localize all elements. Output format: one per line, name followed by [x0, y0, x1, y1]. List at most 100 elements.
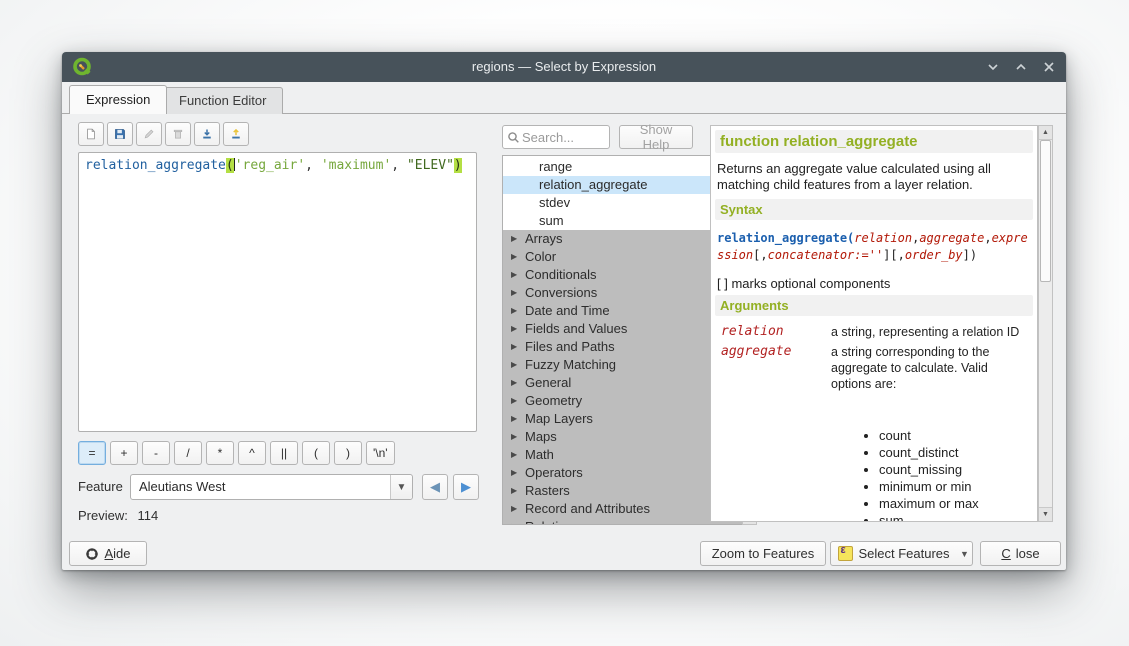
help-button-label: Aide — [104, 546, 130, 561]
delete-expression-button[interactable] — [165, 122, 191, 146]
function-item-stdev[interactable]: stdev — [503, 194, 742, 212]
list-item-label: Rasters — [525, 482, 570, 500]
function-category-fuzzy-matching[interactable]: ▶ Fuzzy Matching — [503, 356, 742, 374]
operator-button-4[interactable]: / — [174, 441, 202, 465]
operator-button-5[interactable]: * — [206, 441, 234, 465]
expand-arrow-icon[interactable]: ▶ — [511, 482, 517, 500]
scrollbar-thumb[interactable] — [1040, 140, 1051, 282]
expand-arrow-icon[interactable]: ▶ — [511, 356, 517, 374]
syntax-heading: Syntax — [715, 199, 1033, 220]
help-panel-scrollbar[interactable]: ▲ ▼ — [1038, 125, 1053, 522]
expand-arrow-icon[interactable]: ▶ — [511, 302, 517, 320]
list-item-label: stdev — [539, 194, 570, 212]
arguments-table: relation a string, representing a relati… — [711, 316, 1037, 522]
function-category-geometry[interactable]: ▶ Geometry — [503, 392, 742, 410]
tab-function-editor[interactable]: Function Editor — [162, 87, 283, 114]
feature-combobox[interactable]: Aleutians West ▼ — [130, 474, 413, 500]
expand-arrow-icon[interactable]: ▶ — [511, 392, 517, 410]
search-input[interactable] — [520, 129, 604, 146]
function-category-maps[interactable]: ▶ Maps — [503, 428, 742, 446]
code-token-fld: "ELEV" — [407, 158, 454, 173]
operator-button-1[interactable]: = — [78, 441, 106, 465]
feature-label: Feature — [78, 479, 123, 494]
select-features-dropdown-button[interactable]: ▼ — [957, 541, 973, 566]
help-title: function relation_aggregate — [715, 130, 1033, 153]
list-item-label: Date and Time — [525, 302, 610, 320]
list-item-label: Math — [525, 446, 554, 464]
expand-arrow-icon[interactable]: ▶ — [511, 410, 517, 428]
operator-button-row: =+-/*^||()'\n' — [78, 441, 395, 465]
maximize-icon[interactable] — [1014, 60, 1028, 74]
save-expression-button[interactable] — [107, 122, 133, 146]
select-by-expression-dialog: regions — Select by Expression Expressio… — [62, 52, 1066, 570]
expand-arrow-icon[interactable]: ▶ — [511, 428, 517, 446]
close-button[interactable]: Close — [980, 541, 1061, 566]
operator-button-9[interactable]: ) — [334, 441, 362, 465]
function-category-color[interactable]: ▶Color — [503, 248, 742, 266]
operator-button-3[interactable]: - — [142, 441, 170, 465]
previous-feature-button[interactable]: ◀ — [422, 474, 448, 500]
expand-arrow-icon[interactable]: ▶ — [511, 284, 517, 302]
list-item-label: Operators — [525, 464, 583, 482]
titlebar[interactable]: regions — Select by Expression — [62, 52, 1066, 82]
code-token-str: 'reg_air' — [235, 158, 305, 173]
chevron-down-icon[interactable]: ▼ — [390, 475, 412, 499]
function-category-record-and-attributes[interactable]: ▶Record and Attributes — [503, 500, 742, 518]
function-category-conversions[interactable]: ▶Conversions — [503, 284, 742, 302]
function-category-arrays[interactable]: ▶Arrays — [503, 230, 742, 248]
function-category-general[interactable]: ▶General — [503, 374, 742, 392]
list-item-label: Fuzzy Matching — [525, 356, 616, 374]
function-category-date-and-time[interactable]: ▶ Date and Time — [503, 302, 742, 320]
function-category-map-layers[interactable]: ▶Map Layers — [503, 410, 742, 428]
operator-button-8[interactable]: ( — [302, 441, 330, 465]
expand-arrow-icon[interactable]: ▶ — [511, 446, 517, 464]
function-category-math[interactable]: ▶ Math — [503, 446, 742, 464]
select-features-button[interactable]: ε Select Features — [830, 541, 958, 566]
show-help-button[interactable]: Show Help — [619, 125, 693, 149]
next-feature-button[interactable]: ▶ — [453, 474, 479, 500]
expand-arrow-icon[interactable]: ▶ — [511, 248, 517, 266]
expand-arrow-icon[interactable]: ▶ — [511, 500, 517, 518]
function-item-range[interactable]: range — [503, 158, 742, 176]
export-expressions-button[interactable] — [223, 122, 249, 146]
operator-button-6[interactable]: ^ — [238, 441, 266, 465]
new-expression-button[interactable] — [78, 122, 104, 146]
close-icon[interactable] — [1042, 60, 1056, 74]
argument-description-text: a string corresponding to the aggregate … — [831, 345, 989, 391]
function-category-files-and-paths[interactable]: ▶Files and Paths — [503, 338, 742, 356]
function-category-operators[interactable]: ▶ Operators — [503, 464, 742, 482]
list-item-label: Geometry — [525, 392, 582, 410]
import-expressions-button[interactable] — [194, 122, 220, 146]
expand-arrow-icon[interactable]: ▶ — [511, 518, 517, 525]
tab-expression[interactable]: Expression — [69, 85, 167, 114]
expression-editor[interactable]: relation_aggregate('reg_air', 'maximum',… — [78, 152, 477, 432]
code-token-pln: , — [305, 158, 321, 173]
minimize-icon[interactable] — [986, 60, 1000, 74]
edit-expression-button[interactable] — [136, 122, 162, 146]
expand-arrow-icon[interactable]: ▶ — [511, 374, 517, 392]
aggregate-option: minimum or min — [879, 479, 1031, 495]
operator-button-2[interactable]: + — [110, 441, 138, 465]
expand-arrow-icon[interactable]: ▶ — [511, 338, 517, 356]
expand-arrow-icon[interactable]: ▶ — [511, 320, 517, 338]
function-item-relation-aggregate[interactable]: relation_aggregate — [503, 176, 742, 194]
operator-button-10[interactable]: '\n' — [366, 441, 395, 465]
function-category-relations[interactable]: ▶Relations — [503, 518, 742, 525]
expand-arrow-icon[interactable]: ▶ — [511, 266, 517, 284]
expand-arrow-icon[interactable]: ▶ — [511, 230, 517, 248]
argument-name: aggregate — [721, 344, 831, 522]
syntax-code: relation_aggregate(relation,aggregate,ex… — [711, 220, 1037, 264]
expand-arrow-icon[interactable]: ▶ — [511, 464, 517, 482]
code-token-param: order_by — [905, 248, 963, 262]
aggregate-option: count — [879, 428, 1031, 444]
list-item-label: Maps — [525, 428, 557, 446]
scroll-up-icon[interactable]: ▲ — [1039, 126, 1052, 140]
function-category-fields-and-values[interactable]: ▶Fields and Values — [503, 320, 742, 338]
help-button[interactable]: Aide — [69, 541, 147, 566]
function-category-rasters[interactable]: ▶ Rasters — [503, 482, 742, 500]
operator-button-7[interactable]: || — [270, 441, 298, 465]
function-category-conditionals[interactable]: ▶Conditionals — [503, 266, 742, 284]
zoom-to-features-button[interactable]: Zoom to Features — [700, 541, 826, 566]
scroll-down-icon[interactable]: ▼ — [1039, 507, 1052, 521]
function-item-sum[interactable]: sum — [503, 212, 742, 230]
